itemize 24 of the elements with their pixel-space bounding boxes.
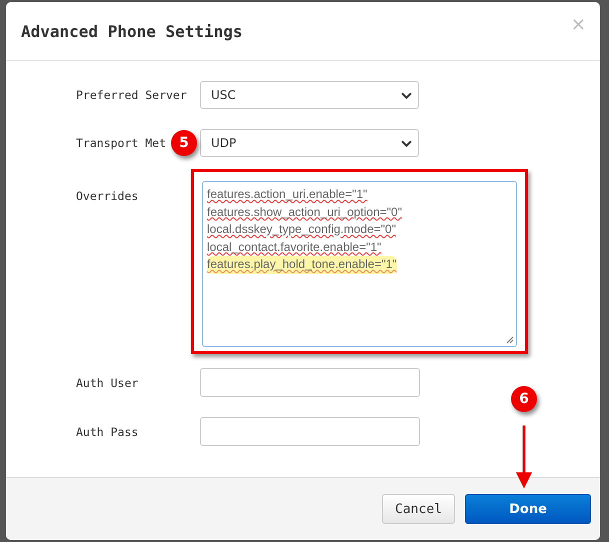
field-label: Auth User (76, 376, 138, 390)
field-label: Auth Pass (76, 424, 138, 438)
text-line: local.dsskey_type_config.mode="0" (207, 221, 396, 238)
chevron-down-icon (401, 92, 412, 98)
dropdown[interactable]: USC (200, 81, 419, 109)
dialog-title: Advanced Phone Settings (21, 22, 243, 40)
text-line: local_contact.favorite.enable="1" (207, 238, 382, 256)
text-line: features.show_action_uri_option="0" (207, 204, 402, 220)
dropdown[interactable]: UDP (200, 129, 419, 157)
resize-grip-icon[interactable] (506, 336, 514, 344)
done-button[interactable]: Done (465, 494, 591, 524)
text-field[interactable] (200, 368, 420, 397)
step-badge: 6 (511, 386, 537, 412)
arrow-down-icon (515, 424, 533, 490)
field-label: Overrides (76, 189, 138, 203)
text-line: features.action_uri.enable="1" (207, 186, 368, 203)
overrides-field[interactable]: features.action_uri.enable="1" features.show_action_uri_option="0" local.dsskey_type_config.mode="0" local_contact.favorite.enable="1" features.play_hold_tone.enable="1" (202, 181, 517, 347)
field-label: Preferred Server (76, 88, 187, 102)
cancel-button[interactable]: Cancel (382, 494, 455, 524)
chevron-down-icon (401, 140, 412, 146)
step-badge: 5 (171, 130, 197, 156)
field-label: Transport Met (76, 136, 166, 150)
text-line: features.play_hold_tone.enable="1" (207, 256, 397, 274)
text-field[interactable] (200, 417, 420, 446)
